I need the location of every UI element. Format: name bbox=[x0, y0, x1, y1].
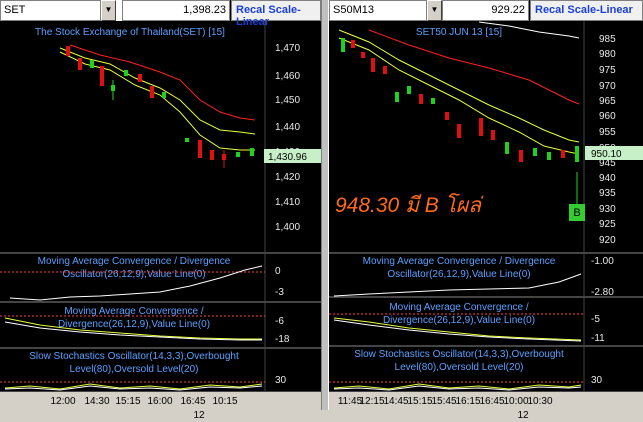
ytick: 1,410 bbox=[275, 197, 300, 208]
current-price-tag-right-text: 950.10 bbox=[591, 149, 622, 160]
stoch-title-left-2: Level(80),Oversold Level(20) bbox=[70, 364, 199, 375]
chart-pane-left[interactable]: SET ▼ 1,398.23 Recal Scale-Linear The St… bbox=[0, 0, 321, 422]
macd1-tick: -2.80 bbox=[591, 287, 614, 298]
macd1-tick: 0 bbox=[275, 266, 281, 277]
stoch-tick: 30 bbox=[591, 375, 603, 386]
macd2-title-left-2: Divergence(26,12,9),Value Line(0) bbox=[58, 319, 210, 330]
svg-text:955: 955 bbox=[599, 127, 616, 138]
macd1-title-right-2: Oscillator(26,12,9),Value Line(0) bbox=[387, 269, 530, 280]
stoch-title-left-1: Slow Stochastics Oscillator(14,3,3),Over… bbox=[29, 351, 239, 362]
macd2-tick: -5 bbox=[591, 314, 600, 325]
svg-text:975: 975 bbox=[599, 65, 616, 76]
ma-fast-line-2 bbox=[59, 51, 255, 151]
chart-title-left: The Stock Exchange of Thailand(SET) [15] bbox=[35, 27, 225, 38]
price-axis-right: 985 980 975 970 965 960 955 950 945 940 … bbox=[599, 34, 616, 246]
price-axis-left: 1,470 1,460 1,450 1,440 1,430 1,420 1,41… bbox=[275, 43, 300, 233]
trade-annotation: 948.30 มี B โผล่ bbox=[335, 194, 482, 217]
candles-left bbox=[66, 46, 254, 168]
ma-slow-line bbox=[69, 44, 256, 121]
svg-text:960: 960 bbox=[599, 111, 616, 122]
ytick: 1,450 bbox=[275, 95, 300, 106]
ma-fast-line bbox=[59, 47, 256, 135]
stoch-tick: 30 bbox=[275, 375, 287, 386]
pane-splitter[interactable] bbox=[321, 0, 329, 422]
buy-signal-badge-text: B bbox=[573, 207, 580, 219]
svg-text:925: 925 bbox=[599, 219, 616, 230]
macd1-tick: -3 bbox=[275, 287, 284, 298]
ytick: 1,440 bbox=[275, 122, 300, 133]
macd2-tick: -11 bbox=[591, 333, 605, 344]
stoch-title-right-1: Slow Stochastics Oscillator(14,3,3),Over… bbox=[354, 349, 564, 360]
svg-text:935: 935 bbox=[599, 188, 616, 199]
chart-canvas-left[interactable]: The Stock Exchange of Thailand(SET) [15]… bbox=[0, 0, 321, 422]
svg-text:930: 930 bbox=[599, 204, 616, 215]
candles-right bbox=[341, 38, 579, 162]
chart-title-right: SET50 JUN 13 [15] bbox=[416, 27, 502, 38]
svg-text:970: 970 bbox=[599, 81, 616, 92]
macd1-title-right-1: Moving Average Convergence / Divergence bbox=[363, 256, 556, 267]
macd2-tick: -6 bbox=[275, 316, 284, 327]
macd2-tick: -18 bbox=[275, 334, 290, 345]
svg-text:940: 940 bbox=[599, 173, 616, 184]
macd1-title-left-1: Moving Average Convergence / Divergence bbox=[38, 256, 231, 267]
ytick: 1,470 bbox=[275, 43, 300, 54]
macd1-title-left-2: Oscillator(26,12,9),Value Line(0) bbox=[62, 269, 205, 280]
svg-text:985: 985 bbox=[599, 34, 616, 45]
svg-text:965: 965 bbox=[599, 96, 616, 107]
svg-text:920: 920 bbox=[599, 235, 616, 246]
stoch-title-right-2: Level(80),Oversold Level(20) bbox=[395, 362, 524, 373]
macd2-title-right-1: Moving Average Convergence / bbox=[389, 302, 529, 313]
ytick: 1,420 bbox=[275, 172, 300, 183]
time-axis-strip bbox=[0, 410, 643, 422]
ytick: 1,460 bbox=[275, 71, 300, 82]
current-price-tag-left-text: 1,430.96 bbox=[268, 152, 307, 163]
ytick: 1,400 bbox=[275, 222, 300, 233]
macd2-title-left-1: Moving Average Convergence / bbox=[64, 306, 204, 317]
macd1-tick: -1.00 bbox=[591, 256, 614, 267]
svg-text:980: 980 bbox=[599, 49, 616, 60]
macd2-title-right-2: Divergence(26,12,9),Value Line(0) bbox=[383, 315, 535, 326]
